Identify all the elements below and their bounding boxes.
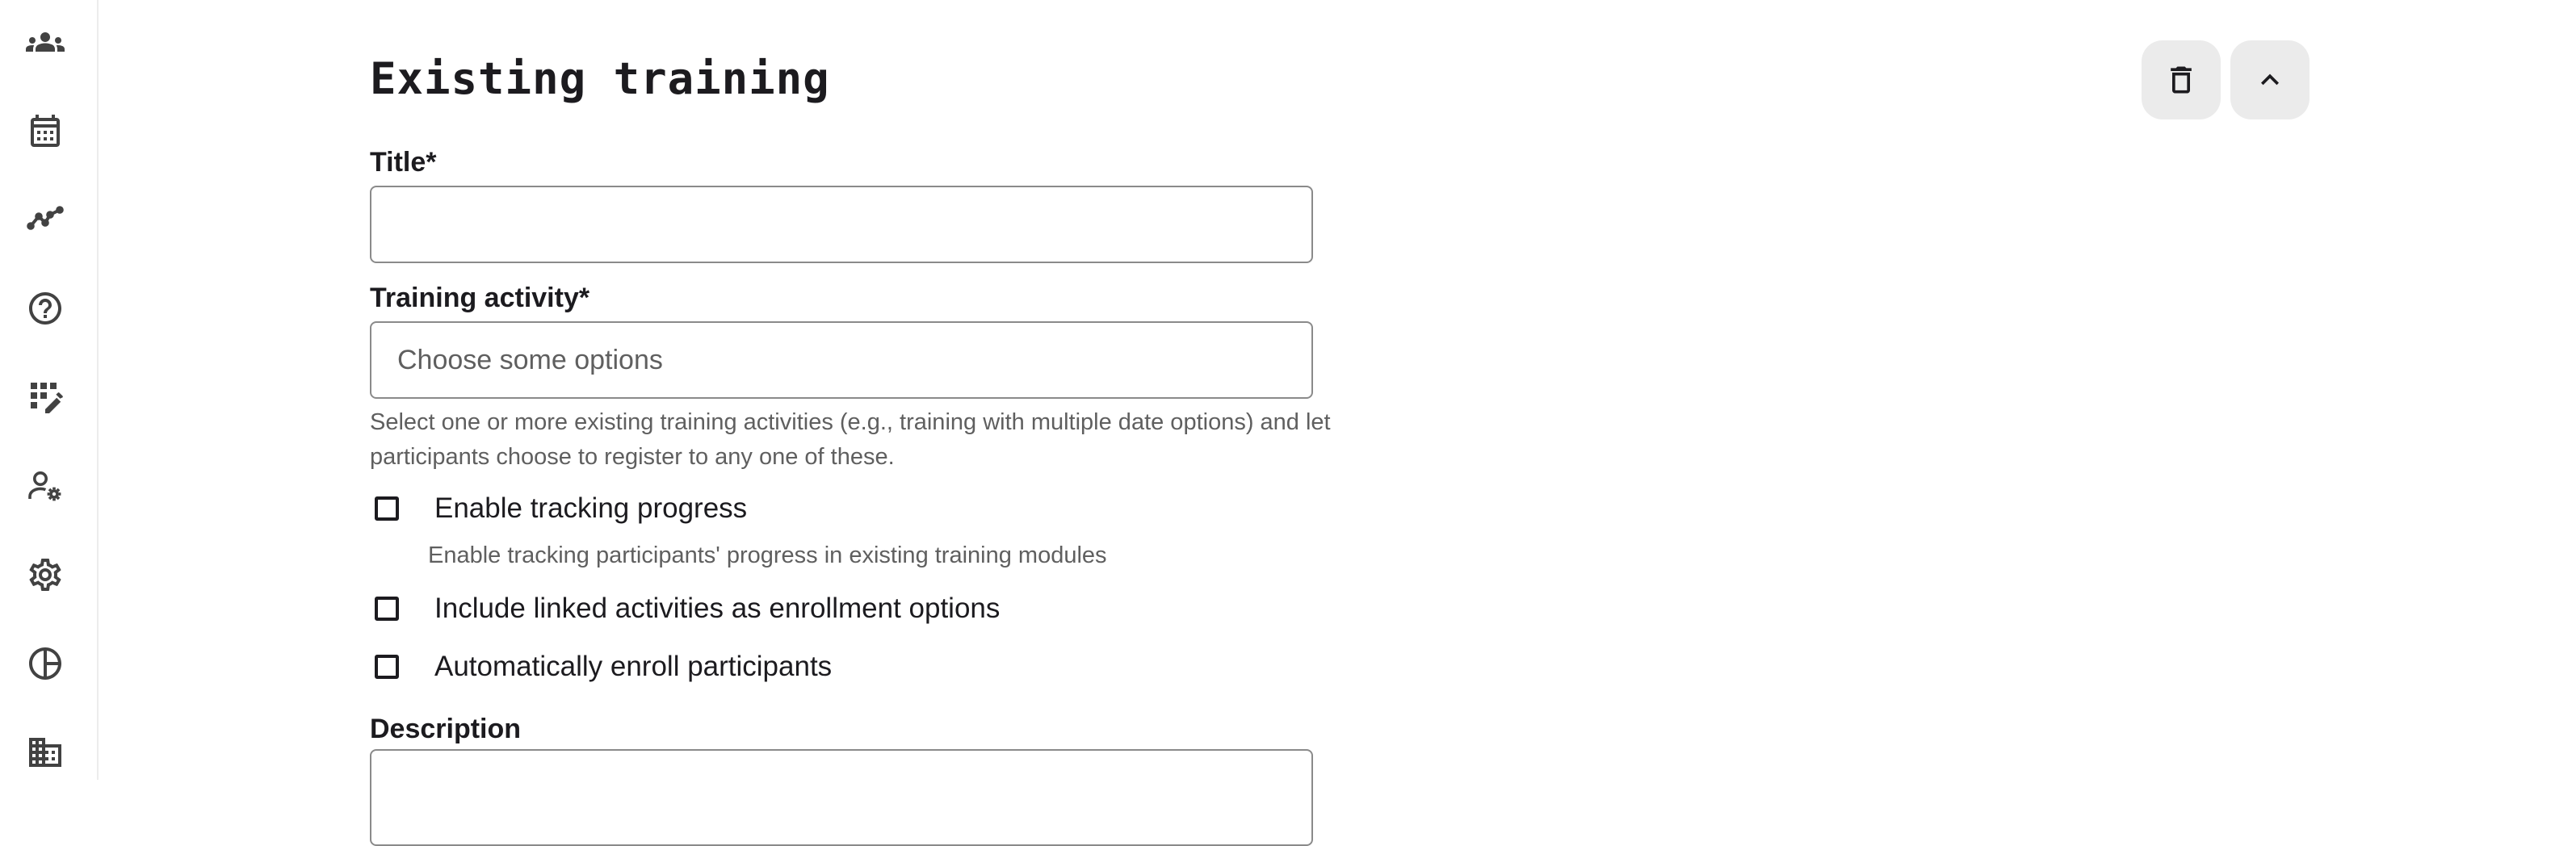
tracking-progress-checkbox-row[interactable]: Enable tracking progress [375, 492, 747, 525]
help-icon[interactable] [23, 286, 68, 331]
groups-icon[interactable] [23, 19, 68, 65]
description-input[interactable] [370, 749, 1313, 846]
training-activity-helper: Select one or more existing training act… [370, 409, 1331, 470]
edit-grid-icon[interactable] [23, 375, 68, 420]
tracking-progress-helper: Enable tracking participants' progress i… [428, 542, 1107, 568]
description-label: Description [370, 714, 522, 744]
chevron-up-icon [2252, 62, 2288, 98]
tracking-progress-label: Enable tracking progress [434, 492, 748, 524]
training-form: Existing training Title* Training activi… [370, 0, 2310, 846]
pie-chart-icon[interactable] [23, 641, 68, 686]
delete-button[interactable] [2142, 40, 2221, 119]
sidebar [0, 0, 99, 780]
training-activity-label: Training activity* [370, 283, 590, 313]
user-settings-icon[interactable] [23, 463, 68, 509]
linked-activities-checkbox-row[interactable]: Include linked activities as enrollment … [375, 593, 1000, 625]
auto-enroll-checkbox-row[interactable]: Automatically enroll participants [375, 651, 832, 683]
auto-enroll-label: Automatically enroll participants [434, 651, 833, 682]
title-label: Title* [370, 147, 437, 178]
analytics-icon[interactable] [23, 197, 68, 242]
page-title: Existing training [370, 53, 830, 104]
training-activity-select[interactable] [370, 321, 1313, 399]
gear-icon[interactable] [23, 552, 68, 597]
tracking-progress-checkbox[interactable] [375, 496, 399, 521]
linked-activities-checkbox[interactable] [375, 597, 399, 621]
title-input[interactable] [370, 186, 1313, 263]
calendar-icon[interactable] [23, 108, 68, 153]
auto-enroll-checkbox[interactable] [375, 655, 399, 679]
trash-icon [2163, 62, 2199, 98]
building-icon[interactable] [23, 730, 68, 775]
collapse-button[interactable] [2230, 40, 2310, 119]
linked-activities-label: Include linked activities as enrollment … [434, 593, 1001, 624]
